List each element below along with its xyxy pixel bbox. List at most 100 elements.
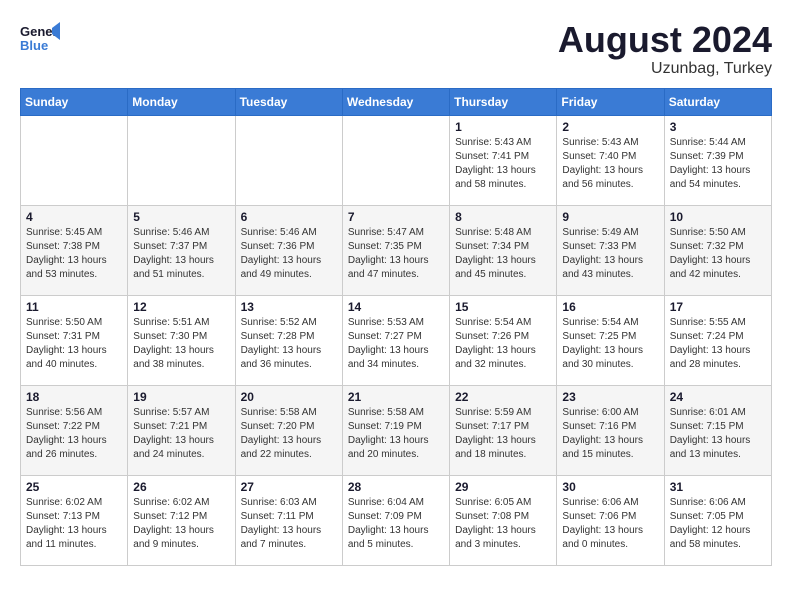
day-info-27: Sunrise: 6:03 AMSunset: 7:11 PMDaylight:…: [241, 496, 337, 552]
day-info-28: Sunrise: 6:04 AMSunset: 7:09 PMDaylight:…: [348, 496, 444, 552]
day-number-16: 16: [562, 300, 658, 314]
day-cell-23: 23 Sunrise: 6:00 AMSunset: 7:16 PMDayligh…: [557, 385, 664, 475]
day-number-13: 13: [241, 300, 337, 314]
day-number-18: 18: [26, 390, 122, 404]
day-cell-29: 29 Sunrise: 6:05 AMSunset: 7:08 PMDayligh…: [450, 475, 557, 565]
week-row-2: 4 Sunrise: 5:45 AMSunset: 7:38 PMDaylight…: [21, 205, 772, 295]
day-cell-17: 17 Sunrise: 5:55 AMSunset: 7:24 PMDayligh…: [664, 295, 771, 385]
day-info-11: Sunrise: 5:50 AMSunset: 7:31 PMDaylight:…: [26, 316, 122, 372]
day-cell-31: 31Sunrise: 6:06 AMSunset: 7:05 PMDayligh…: [664, 475, 771, 565]
day-info-16: Sunrise: 5:54 AMSunset: 7:25 PMDaylight:…: [562, 316, 658, 372]
day-number-9: 9: [562, 210, 658, 224]
day-info-1: Sunrise: 5:43 AMSunset: 7:41 PMDaylight:…: [455, 136, 551, 192]
day-info-30: Sunrise: 6:06 AMSunset: 7:06 PMDaylight:…: [562, 496, 658, 552]
day-number-23: 23: [562, 390, 658, 404]
day-number-14: 14: [348, 300, 444, 314]
day-info-29: Sunrise: 6:05 AMSunset: 7:08 PMDaylight:…: [455, 496, 551, 552]
day-number-19: 19: [133, 390, 229, 404]
title-block: August 2024 Uzunbag, Turkey: [558, 20, 772, 78]
day-info-5: Sunrise: 5:46 AMSunset: 7:37 PMDaylight:…: [133, 226, 229, 282]
weekday-header-tuesday: Tuesday: [235, 88, 342, 115]
day-cell-30: 30 Sunrise: 6:06 AMSunset: 7:06 PMDayligh…: [557, 475, 664, 565]
day-info-9: Sunrise: 5:49 AMSunset: 7:33 PMDaylight:…: [562, 226, 658, 282]
day-info-4: Sunrise: 5:45 AMSunset: 7:38 PMDaylight:…: [26, 226, 122, 282]
day-cell-24: 24 Sunrise: 6:01 AMSunset: 7:15 PMDayligh…: [664, 385, 771, 475]
day-info-3: Sunrise: 5:44 AMSunset: 7:39 PMDaylight:…: [670, 136, 766, 192]
day-cell-25: 25 Sunrise: 6:02 AMSunset: 7:13 PMDayligh…: [21, 475, 128, 565]
week-row-4: 18 Sunrise: 5:56 AMSunset: 7:22 PMDayligh…: [21, 385, 772, 475]
day-cell-28: 28 Sunrise: 6:04 AMSunset: 7:09 PMDayligh…: [342, 475, 449, 565]
day-number-1: 1: [455, 120, 551, 134]
empty-cell: [342, 115, 449, 205]
day-number-17: 17: [670, 300, 766, 314]
day-info-19: Sunrise: 5:57 AMSunset: 7:21 PMDaylight:…: [133, 406, 229, 462]
weekday-header-saturday: Saturday: [664, 88, 771, 115]
logo: General Blue: [20, 20, 60, 55]
empty-cell: [128, 115, 235, 205]
location-subtitle: Uzunbag, Turkey: [558, 60, 772, 78]
day-cell-4: 4 Sunrise: 5:45 AMSunset: 7:38 PMDaylight…: [21, 205, 128, 295]
day-cell-13: 13 Sunrise: 5:52 AMSunset: 7:28 PMDayligh…: [235, 295, 342, 385]
day-cell-15: 15 Sunrise: 5:54 AMSunset: 7:26 PMDayligh…: [450, 295, 557, 385]
day-number-28: 28: [348, 480, 444, 494]
day-info-2: Sunrise: 5:43 AMSunset: 7:40 PMDaylight:…: [562, 136, 658, 192]
page-header: General Blue August 2024 Uzunbag, Turkey: [20, 20, 772, 78]
day-number-6: 6: [241, 210, 337, 224]
day-cell-14: 14 Sunrise: 5:53 AMSunset: 7:27 PMDayligh…: [342, 295, 449, 385]
day-cell-3: 3 Sunrise: 5:44 AMSunset: 7:39 PMDaylight…: [664, 115, 771, 205]
day-info-18: Sunrise: 5:56 AMSunset: 7:22 PMDaylight:…: [26, 406, 122, 462]
weekday-header-friday: Friday: [557, 88, 664, 115]
day-info-10: Sunrise: 5:50 AMSunset: 7:32 PMDaylight:…: [670, 226, 766, 282]
day-cell-16: 16 Sunrise: 5:54 AMSunset: 7:25 PMDayligh…: [557, 295, 664, 385]
day-info-13: Sunrise: 5:52 AMSunset: 7:28 PMDaylight:…: [241, 316, 337, 372]
week-row-5: 25 Sunrise: 6:02 AMSunset: 7:13 PMDayligh…: [21, 475, 772, 565]
day-cell-21: 21 Sunrise: 5:58 AMSunset: 7:19 PMDayligh…: [342, 385, 449, 475]
day-cell-8: 8Sunrise: 5:48 AMSunset: 7:34 PMDaylight…: [450, 205, 557, 295]
day-info-17: Sunrise: 5:55 AMSunset: 7:24 PMDaylight:…: [670, 316, 766, 372]
day-number-25: 25: [26, 480, 122, 494]
day-number-22: 22: [455, 390, 551, 404]
day-cell-27: 27Sunrise: 6:03 AMSunset: 7:11 PMDayligh…: [235, 475, 342, 565]
day-cell-26: 26Sunrise: 6:02 AMSunset: 7:12 PMDayligh…: [128, 475, 235, 565]
day-number-12: 12: [133, 300, 229, 314]
day-number-10: 10: [670, 210, 766, 224]
day-number-11: 11: [26, 300, 122, 314]
day-info-25: Sunrise: 6:02 AMSunset: 7:13 PMDaylight:…: [26, 496, 122, 552]
day-number-15: 15: [455, 300, 551, 314]
weekday-header-sunday: Sunday: [21, 88, 128, 115]
day-cell-5: 5 Sunrise: 5:46 AMSunset: 7:37 PMDaylight…: [128, 205, 235, 295]
day-number-26: 26: [133, 480, 229, 494]
day-info-6: Sunrise: 5:46 AMSunset: 7:36 PMDaylight:…: [241, 226, 337, 282]
day-number-31: 31: [670, 480, 766, 494]
empty-cell: [21, 115, 128, 205]
day-cell-12: 12Sunrise: 5:51 AMSunset: 7:30 PMDayligh…: [128, 295, 235, 385]
day-cell-1: 1 Sunrise: 5:43 AMSunset: 7:41 PMDaylight…: [450, 115, 557, 205]
day-number-21: 21: [348, 390, 444, 404]
day-info-21: Sunrise: 5:58 AMSunset: 7:19 PMDaylight:…: [348, 406, 444, 462]
day-number-4: 4: [26, 210, 122, 224]
day-cell-18: 18 Sunrise: 5:56 AMSunset: 7:22 PMDayligh…: [21, 385, 128, 475]
day-number-5: 5: [133, 210, 229, 224]
day-number-30: 30: [562, 480, 658, 494]
day-number-3: 3: [670, 120, 766, 134]
day-cell-11: 11 Sunrise: 5:50 AMSunset: 7:31 PMDayligh…: [21, 295, 128, 385]
day-info-14: Sunrise: 5:53 AMSunset: 7:27 PMDaylight:…: [348, 316, 444, 372]
day-number-2: 2: [562, 120, 658, 134]
week-row-3: 11 Sunrise: 5:50 AMSunset: 7:31 PMDayligh…: [21, 295, 772, 385]
day-cell-20: 20Sunrise: 5:58 AMSunset: 7:20 PMDayligh…: [235, 385, 342, 475]
day-cell-19: 19 Sunrise: 5:57 AMSunset: 7:21 PMDayligh…: [128, 385, 235, 475]
weekday-header-row: SundayMondayTuesdayWednesdayThursdayFrid…: [21, 88, 772, 115]
day-info-23: Sunrise: 6:00 AMSunset: 7:16 PMDaylight:…: [562, 406, 658, 462]
day-info-15: Sunrise: 5:54 AMSunset: 7:26 PMDaylight:…: [455, 316, 551, 372]
day-number-20: 20: [241, 390, 337, 404]
weekday-header-thursday: Thursday: [450, 88, 557, 115]
day-info-7: Sunrise: 5:47 AMSunset: 7:35 PMDaylight:…: [348, 226, 444, 282]
month-year-title: August 2024: [558, 20, 772, 60]
day-cell-10: 10 Sunrise: 5:50 AMSunset: 7:32 PMDayligh…: [664, 205, 771, 295]
calendar-table: SundayMondayTuesdayWednesdayThursdayFrid…: [20, 88, 772, 566]
day-number-8: 8: [455, 210, 551, 224]
day-number-29: 29: [455, 480, 551, 494]
day-info-24: Sunrise: 6:01 AMSunset: 7:15 PMDaylight:…: [670, 406, 766, 462]
day-info-22: Sunrise: 5:59 AMSunset: 7:17 PMDaylight:…: [455, 406, 551, 462]
day-number-24: 24: [670, 390, 766, 404]
